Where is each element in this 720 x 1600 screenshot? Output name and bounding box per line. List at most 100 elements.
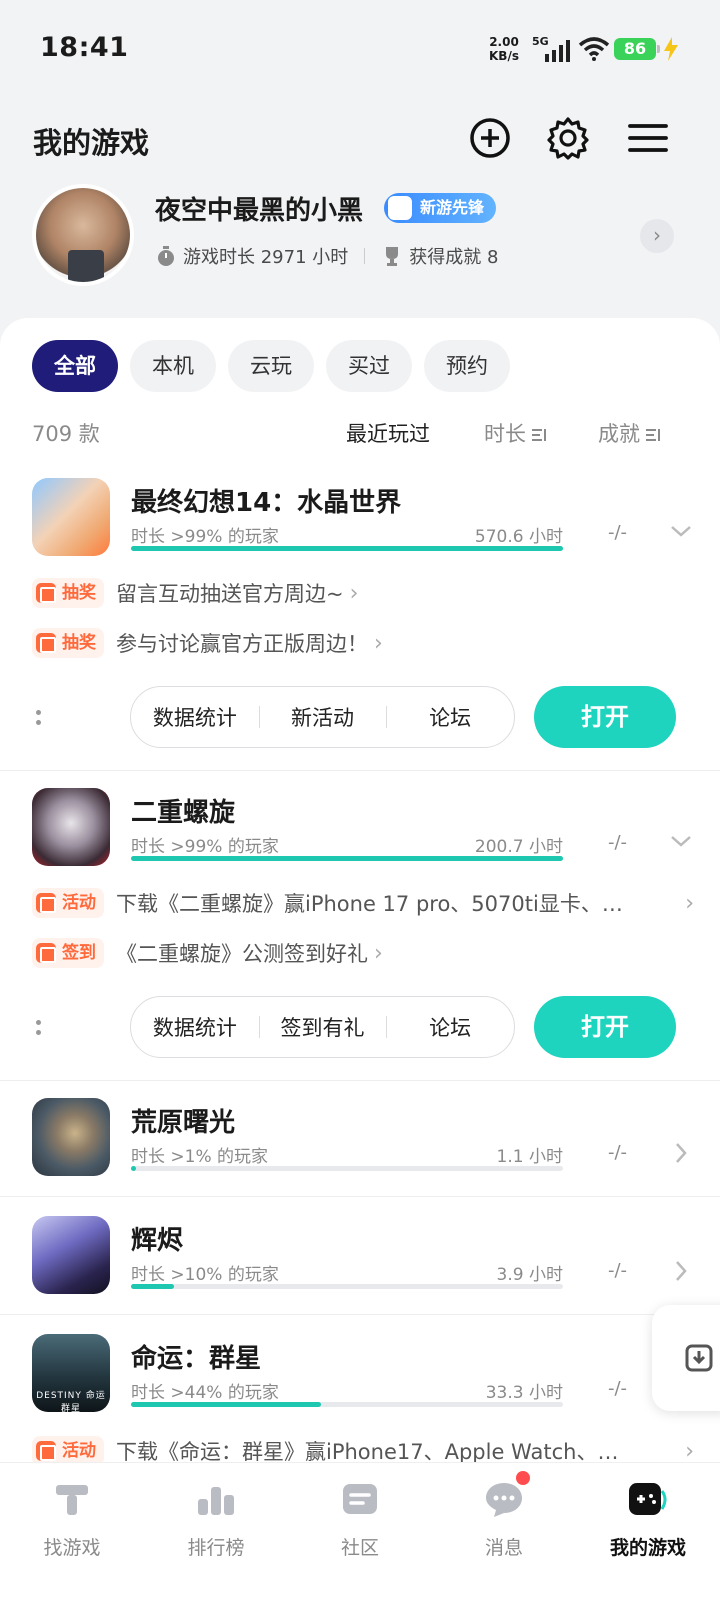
forum-button[interactable]: 论坛 <box>386 702 514 732</box>
game-percentile: 时长 >44% 的玩家 <box>131 1383 279 1403</box>
playtime-bar-fill <box>131 856 563 861</box>
filter-purchased[interactable]: 买过 <box>326 340 412 392</box>
bottom-nav: 找游戏 排行榜 社区 消息 我的游戏 <box>0 1462 720 1600</box>
nav-label: 社区 <box>340 1537 379 1559</box>
community-icon <box>343 1484 377 1514</box>
divider <box>0 1196 720 1197</box>
charging-icon <box>664 37 678 61</box>
nav-label: 我的游戏 <box>609 1537 686 1559</box>
floating-download-button[interactable] <box>652 1305 720 1411</box>
game-hours: 200.7 小时 <box>474 837 563 857</box>
nav-messages[interactable]: 消息 <box>432 1463 576 1600</box>
nav-my-games[interactable]: 我的游戏 <box>576 1463 720 1600</box>
filter-reserved[interactable]: 预约 <box>424 340 510 392</box>
game-percentile: 时长 >10% 的玩家 <box>131 1265 279 1285</box>
open-button[interactable]: 打开 <box>534 996 676 1058</box>
game-achievements: -/- <box>608 1378 628 1399</box>
chevron-right-icon: › <box>349 580 359 606</box>
megaphone-icon <box>36 1441 56 1461</box>
game-hours: 3.9 小时 <box>496 1265 563 1285</box>
game-icon-wasteland-dawn[interactable] <box>32 1098 110 1176</box>
stats-button[interactable]: 数据统计 <box>131 1012 259 1042</box>
open-button[interactable]: 打开 <box>534 686 676 748</box>
playtime-bar-fill <box>131 1402 322 1407</box>
game-achievements: -/- <box>608 832 628 853</box>
game-percentile: 时长 >1% 的玩家 <box>131 1147 269 1167</box>
game-icon-huijin[interactable] <box>32 1216 110 1294</box>
game-name: 二重螺旋 <box>131 798 236 828</box>
chevron-down-icon[interactable] <box>668 518 694 544</box>
find-games-icon <box>56 1485 88 1515</box>
playtime-bar <box>131 856 563 861</box>
checkin-gift-button[interactable]: 签到有礼 <box>258 1012 387 1042</box>
playtime-text: 游戏时长 2971 小时 <box>183 247 349 268</box>
settings-icon[interactable] <box>546 116 590 160</box>
nav-find-games[interactable]: 找游戏 <box>0 1463 144 1600</box>
download-icon <box>685 1344 713 1372</box>
profile-arrow-button[interactable]: › <box>640 219 674 253</box>
promo-text: 《二重螺旋》公测签到好礼 <box>116 942 368 966</box>
sort-icon <box>646 429 660 441</box>
avatar[interactable] <box>32 184 134 286</box>
chevron-right-icon[interactable] <box>668 1140 694 1166</box>
promo-row[interactable]: 活动 下载《二重螺旋》赢iPhone 17 pro、5070ti显卡、… › <box>32 886 694 920</box>
megaphone-icon <box>36 893 56 913</box>
promo-text: 参与讨论赢官方正版周边！ <box>116 632 368 656</box>
stopwatch-icon <box>158 246 174 266</box>
gift-icon <box>36 633 56 653</box>
chevron-right-icon: › <box>374 630 383 656</box>
game-name: 辉烬 <box>131 1226 184 1256</box>
add-icon[interactable] <box>468 116 512 160</box>
sort-bar: 709 款 最近玩过 时长 成就 <box>32 418 682 452</box>
chevron-right-icon[interactable] <box>668 1258 694 1284</box>
game-count: 709 款 <box>32 422 100 446</box>
signal-icon <box>545 40 570 62</box>
divider <box>0 770 720 771</box>
game-achievements: -/- <box>608 1260 628 1281</box>
wifi-icon <box>578 37 610 61</box>
promo-text: 下载《二重螺旋》赢iPhone 17 pro、5070ti显卡、… <box>116 892 623 916</box>
game-percentile: 时长 >99% 的玩家 <box>131 527 279 547</box>
stats-button[interactable]: 数据统计 <box>131 702 259 732</box>
more-options-icon[interactable] <box>36 1018 42 1038</box>
nav-rankings[interactable]: 排行榜 <box>144 1463 288 1600</box>
playtime-bar <box>131 1166 563 1171</box>
forum-button[interactable]: 论坛 <box>386 1012 514 1042</box>
chevron-right-icon: › <box>685 890 694 916</box>
game-hours: 570.6 小时 <box>474 527 563 547</box>
promo-row[interactable]: 抽奖 留言互动抽送官方周边~ › <box>32 576 692 610</box>
menu-icon[interactable] <box>626 116 670 160</box>
promo-row[interactable]: 签到 《二重螺旋》公测签到好礼 › <box>32 936 692 970</box>
filter-local[interactable]: 本机 <box>130 340 216 392</box>
chevron-right-icon: › <box>685 1438 694 1464</box>
game-hours: 1.1 小时 <box>496 1147 563 1167</box>
game-percentile: 时长 >99% 的玩家 <box>131 837 279 857</box>
user-badge[interactable]: 新游先锋 <box>384 193 497 223</box>
promo-row[interactable]: 抽奖 参与讨论赢官方正版周边！ › <box>32 626 692 660</box>
game-icon-dual-spiral[interactable] <box>32 788 110 866</box>
nav-label: 找游戏 <box>43 1537 101 1559</box>
game-name: 荒原曙光 <box>131 1108 236 1138</box>
more-options-icon[interactable] <box>36 708 42 728</box>
sort-duration[interactable]: 时长 <box>484 418 548 448</box>
chevron-down-icon[interactable] <box>668 828 694 854</box>
game-icon-destiny[interactable]: DESTINY 命运 群星 <box>32 1334 110 1412</box>
new-activity-button[interactable]: 新活动 <box>258 702 387 732</box>
playtime-bar-fill <box>131 546 563 551</box>
nav-community[interactable]: 社区 <box>288 1463 432 1600</box>
rankings-icon <box>198 1487 234 1515</box>
my-games-icon <box>629 1483 667 1515</box>
username[interactable]: 夜空中最黑的小黑 <box>155 190 363 227</box>
game-name: 命运：群星 <box>131 1344 262 1374</box>
sort-icon <box>532 429 546 441</box>
game-achievements: -/- <box>608 522 628 543</box>
filter-cloud[interactable]: 云玩 <box>228 340 314 392</box>
sort-recent[interactable]: 最近玩过 <box>346 418 430 448</box>
game-icon-ff14[interactable] <box>32 478 110 556</box>
nav-label: 排行榜 <box>187 1537 245 1559</box>
gift-icon <box>36 583 56 603</box>
page-title: 我的游戏 <box>33 126 150 160</box>
divider <box>0 1314 720 1315</box>
filter-all[interactable]: 全部 <box>32 340 118 392</box>
sort-achievements[interactable]: 成就 <box>598 418 662 448</box>
